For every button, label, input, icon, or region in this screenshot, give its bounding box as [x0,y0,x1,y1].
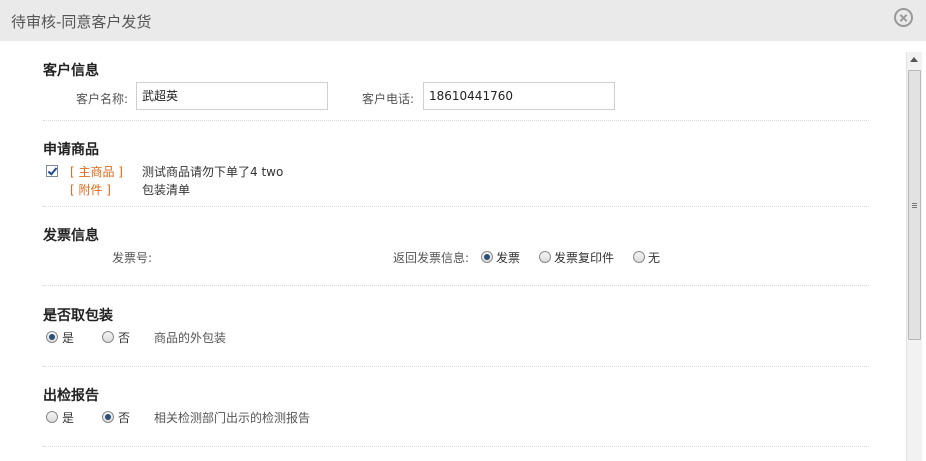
products-section-title: 申请商品 [43,142,99,158]
report-yes-label[interactable]: 是 [62,409,74,426]
invoice-section-title: 发票信息 [43,228,99,244]
main-product-name: 测试商品请勿下单了4 two [142,165,284,179]
report-section-title: 出检报告 [43,388,99,404]
report-hint: 相关检测部门出示的检测报告 [154,411,311,425]
packaging-yes-radio[interactable] [46,331,58,343]
report-no-label[interactable]: 否 [118,409,130,426]
vertical-scrollbar[interactable] [906,52,922,461]
main-product-tag: [ 主商品 ] [70,165,123,179]
customer-phone-label: 客户电话: [362,92,415,106]
packaging-section-title: 是否取包装 [43,308,113,324]
scroll-up-arrow-icon[interactable] [910,57,918,62]
customer-section-title: 客户信息 [43,63,99,79]
section-divider [43,206,869,207]
section-divider [43,366,869,367]
report-no-radio[interactable] [102,411,114,423]
invoice-option-none-radio[interactable] [633,251,645,263]
accessory-tag: [ 附件 ] [70,183,111,197]
customer-name-label: 客户名称: [76,92,129,106]
report-yes-radio[interactable] [46,411,58,423]
customer-name-input[interactable]: 武超英 [136,82,328,110]
close-icon[interactable] [894,8,913,27]
scrollbar-thumb[interactable] [908,70,921,340]
invoice-option-invoice-label[interactable]: 发票 [496,249,520,266]
main-product-checkbox[interactable] [46,165,58,177]
invoice-number-label: 发票号: [112,251,153,265]
grip-line [912,203,917,204]
customer-phone-input[interactable]: 18610441760 [423,82,615,110]
packaging-yes-label[interactable]: 是 [62,329,74,346]
section-divider [43,285,869,286]
invoice-option-copy-radio[interactable] [539,251,551,263]
section-divider [43,120,869,121]
grip-line [912,205,917,206]
invoice-option-none-label[interactable]: 无 [648,249,660,266]
invoice-option-invoice-radio[interactable] [481,251,493,263]
dialog-title: 待审核-同意客户发货 [11,13,152,31]
packaging-no-radio[interactable] [102,331,114,343]
grip-line [912,207,917,208]
packaging-no-label[interactable]: 否 [118,329,130,346]
accessory-name: 包装清单 [142,183,191,197]
section-divider [43,446,869,447]
invoice-return-label: 返回发票信息: [393,251,470,265]
packaging-hint: 商品的外包装 [154,331,227,345]
invoice-option-copy-label[interactable]: 发票复印件 [554,249,614,266]
dialog-titlebar: 待审核-同意客户发货 [0,0,926,41]
